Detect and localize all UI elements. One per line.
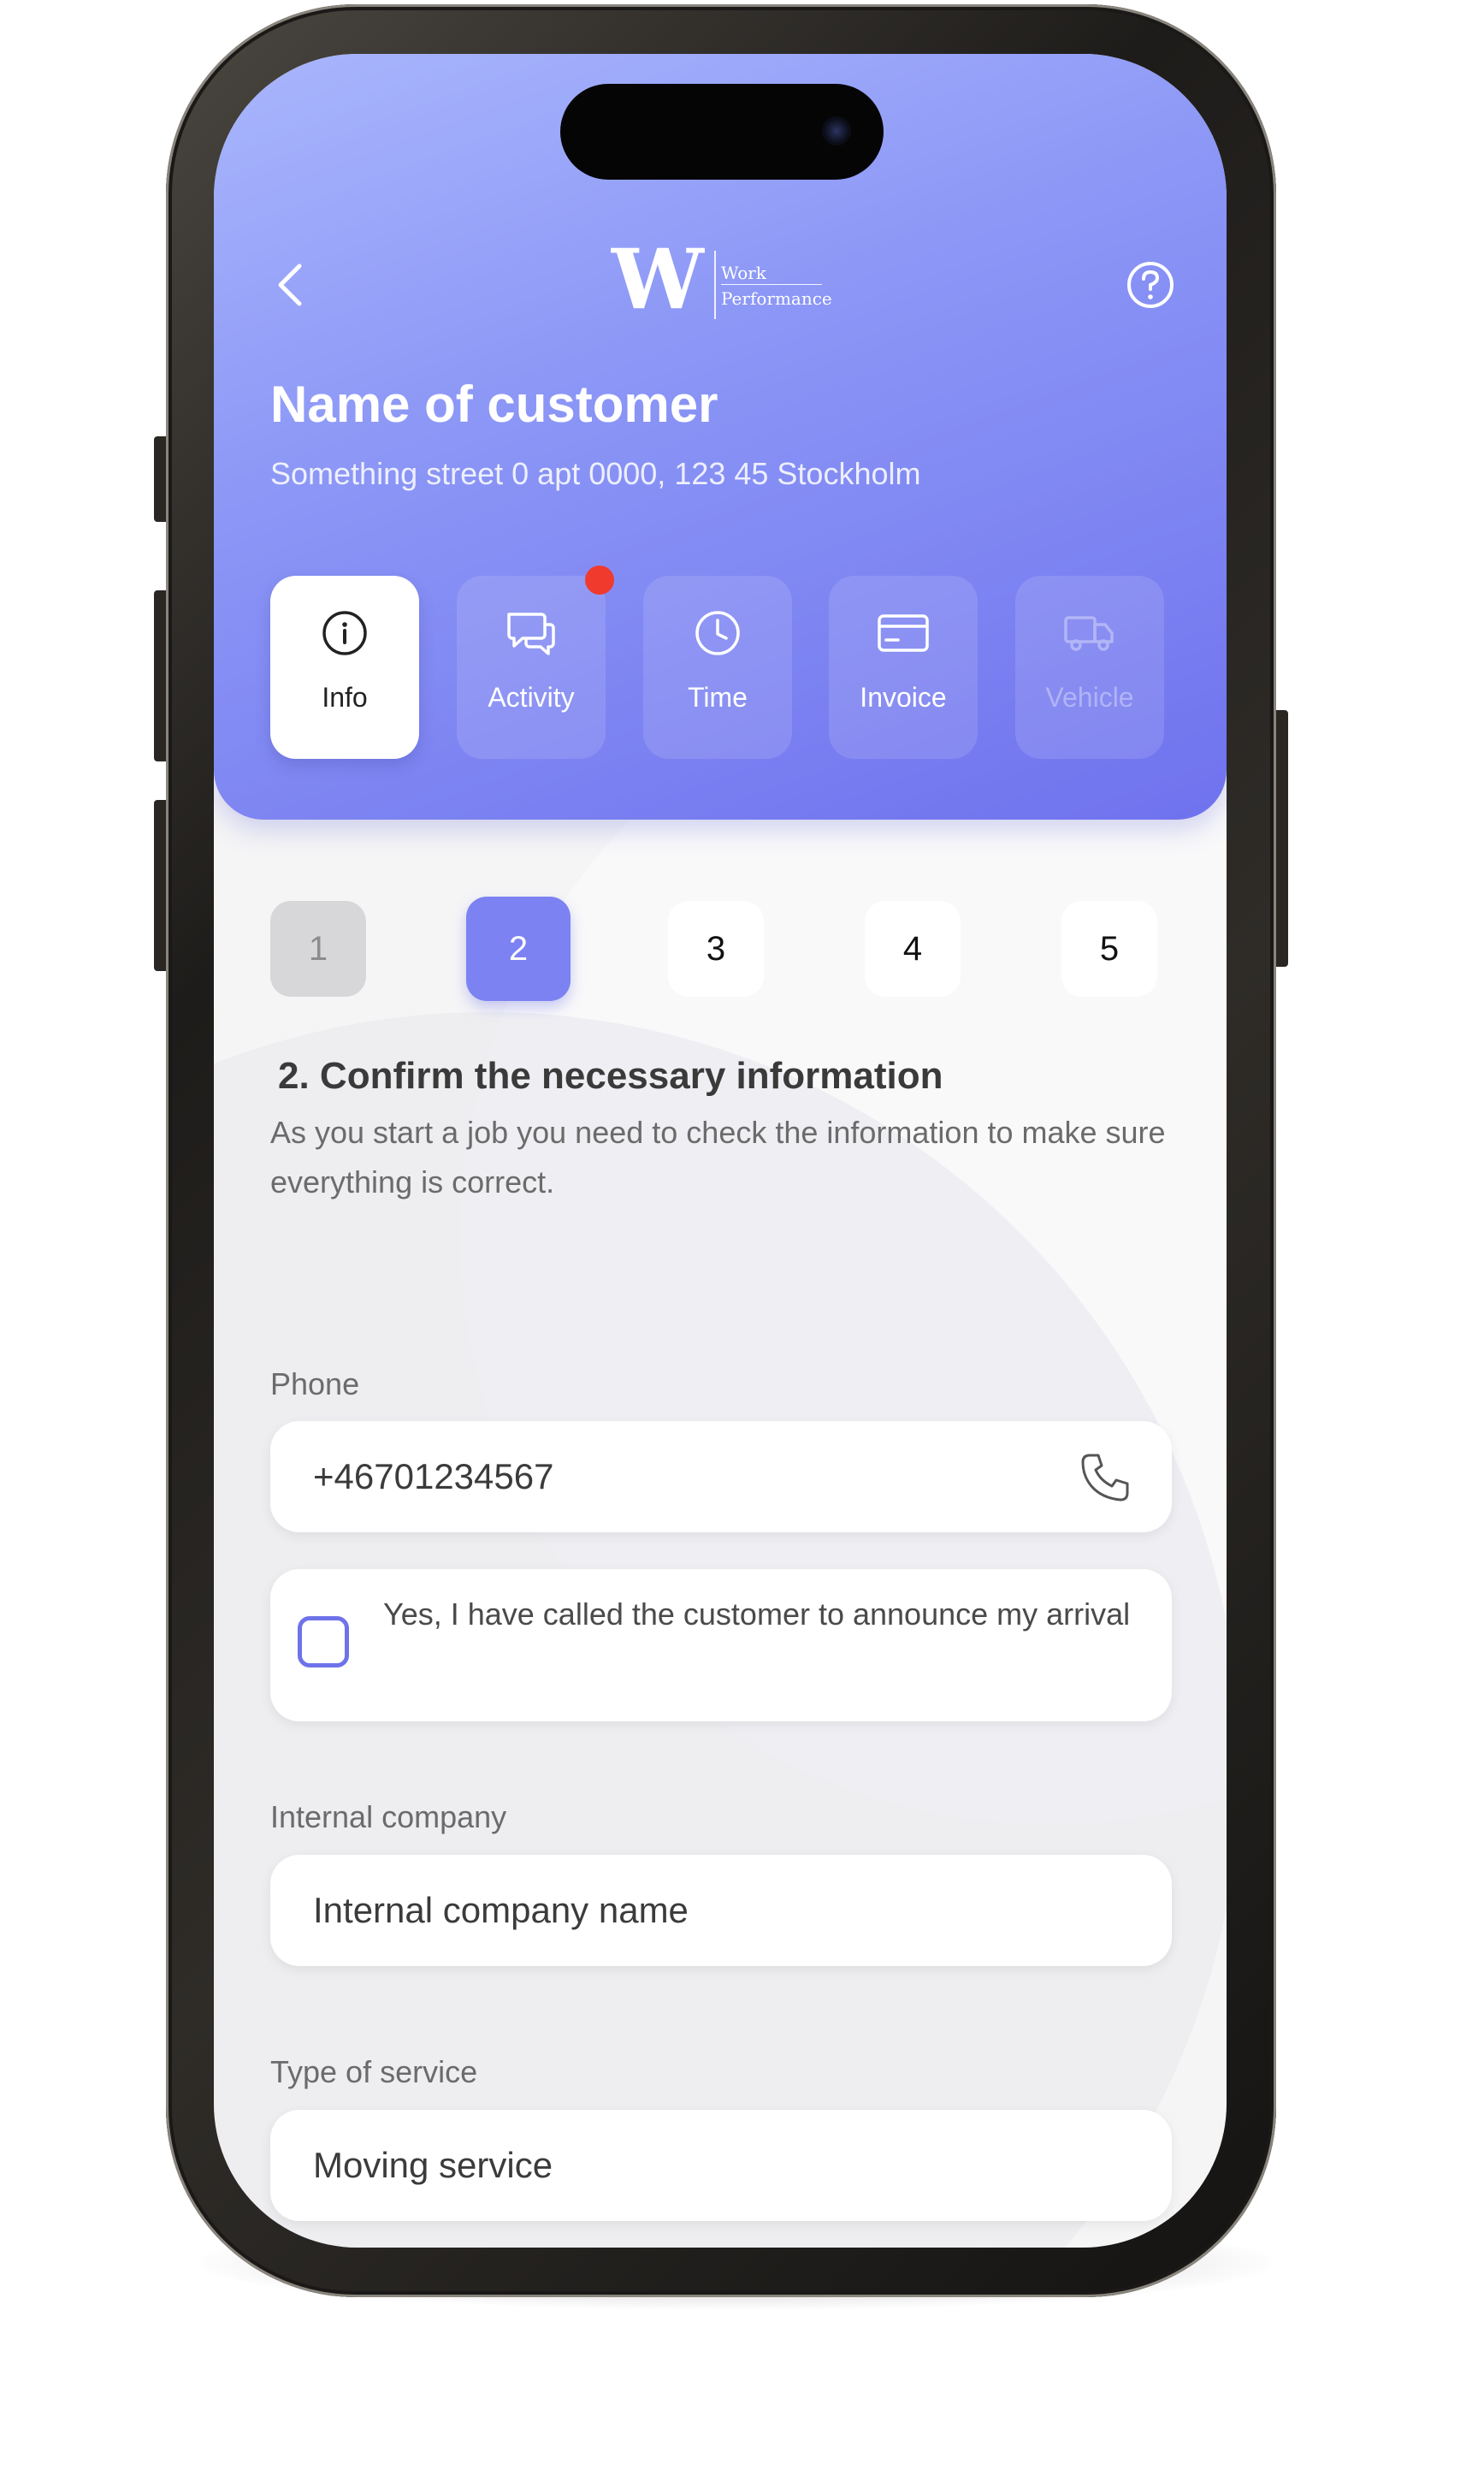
step-3[interactable]: 3 bbox=[668, 901, 764, 997]
call-confirmation-label: Yes, I have called the customer to annou… bbox=[383, 1596, 1131, 1632]
step-1[interactable]: 1 bbox=[270, 901, 366, 997]
company-value: Internal company name bbox=[313, 1890, 689, 1930]
tab-label: Invoice bbox=[860, 682, 947, 713]
tab-label: Time bbox=[688, 682, 748, 713]
service-label: Type of service bbox=[270, 2054, 478, 2089]
logo-text-line2: Performance bbox=[721, 288, 832, 309]
customer-address: Something street 0 apt 0000, 123 45 Stoc… bbox=[270, 456, 921, 491]
company-label: Internal company bbox=[270, 1799, 507, 1834]
company-field[interactable]: Internal company name bbox=[270, 1855, 1172, 1966]
tab-invoice[interactable]: Invoice bbox=[829, 576, 978, 759]
back-button[interactable] bbox=[265, 255, 316, 315]
tab-time[interactable]: Time bbox=[643, 576, 792, 759]
card-icon bbox=[873, 603, 933, 663]
section-description: As you start a job you need to check the… bbox=[270, 1115, 1166, 1199]
phone-field[interactable]: +46701234567 bbox=[270, 1421, 1172, 1532]
phone-label: Phone bbox=[270, 1366, 360, 1401]
customer-name: Name of customer bbox=[270, 376, 718, 433]
work-performance-logo: W Work Performance bbox=[612, 239, 843, 325]
section-title: 2. Confirm the necessary information bbox=[278, 1055, 943, 1097]
chat-icon bbox=[501, 603, 561, 663]
logo-divider bbox=[714, 251, 716, 319]
phone-screen: W Work Performance Name of customer Some… bbox=[214, 54, 1227, 2248]
tab-activity[interactable]: Activity bbox=[457, 566, 614, 759]
step-4[interactable]: 4 bbox=[865, 901, 961, 997]
tab-label: Info bbox=[322, 682, 368, 713]
phone-call-icon[interactable] bbox=[1078, 1450, 1132, 1509]
dynamic-island bbox=[560, 84, 884, 180]
tab-label: Vehicle bbox=[1045, 682, 1134, 713]
chevron-left-icon bbox=[278, 264, 302, 306]
call-confirmation-card[interactable]: Yes, I have called the customer to annou… bbox=[270, 1569, 1172, 1721]
tab-label: Activity bbox=[488, 682, 575, 713]
call-confirmation-checkbox[interactable] bbox=[298, 1616, 349, 1667]
logo-underline bbox=[721, 284, 822, 285]
logo-mark: W bbox=[612, 231, 704, 328]
clock-icon bbox=[688, 603, 748, 663]
phone-value: +46701234567 bbox=[313, 1456, 554, 1496]
notification-badge bbox=[585, 566, 614, 595]
help-circle-icon bbox=[1127, 262, 1174, 308]
step-2[interactable]: 2 bbox=[466, 897, 571, 1001]
help-button[interactable] bbox=[1116, 251, 1185, 319]
tab-vehicle[interactable]: Vehicle bbox=[1015, 576, 1164, 759]
step-5[interactable]: 5 bbox=[1061, 901, 1157, 997]
truck-icon bbox=[1060, 603, 1120, 663]
customer-header: W Work Performance Name of customer Some… bbox=[214, 54, 1227, 820]
service-field[interactable]: Moving service bbox=[270, 2110, 1172, 2221]
logo-text-line1: Work bbox=[721, 263, 766, 283]
service-value: Moving service bbox=[313, 2145, 553, 2185]
tab-info[interactable]: Info bbox=[270, 576, 419, 759]
info-icon bbox=[315, 603, 375, 663]
camera-icon bbox=[822, 116, 851, 145]
